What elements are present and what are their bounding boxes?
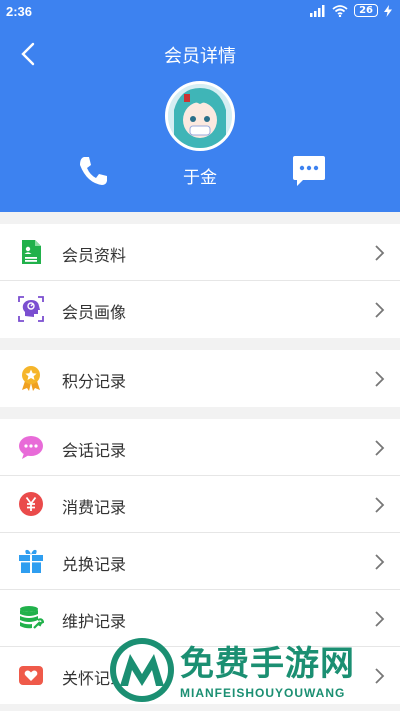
menu-item-label: 消费记录	[62, 498, 127, 517]
menu-item-member-profile[interactable]: 会员资料	[0, 224, 400, 281]
menu-item-chat-record[interactable]: 会话记录	[0, 419, 400, 476]
menu-group-points: 积分记录	[0, 350, 400, 407]
menu-item-member-portrait[interactable]: 会员画像	[0, 281, 400, 338]
status-icons: 26	[310, 4, 392, 17]
chevron-right-icon	[375, 497, 385, 513]
chat-bubble-icon	[19, 436, 43, 459]
signal-icon	[310, 4, 325, 17]
menu-item-label: 会员资料	[62, 246, 127, 265]
yen-icon	[19, 492, 43, 516]
menu-item-exchange-record[interactable]: 兑换记录	[0, 533, 400, 590]
message-button[interactable]	[291, 154, 327, 188]
menu-item-care-record[interactable]: 关怀记录	[0, 647, 400, 704]
menu-item-label: 积分记录	[62, 372, 127, 391]
wifi-icon	[332, 4, 348, 17]
chevron-right-icon	[375, 245, 385, 261]
menu-group-records: 会话记录 消费记录 兑换记录 维护记录 关怀记录	[0, 419, 400, 704]
menu-item-label: 兑换记录	[62, 555, 127, 574]
chevron-right-icon	[375, 668, 385, 684]
menu-item-consumption-record[interactable]: 消费记录	[0, 476, 400, 533]
menu-item-points-record[interactable]: 积分记录	[0, 350, 400, 407]
member-profile-icon	[22, 240, 41, 264]
chevron-right-icon	[375, 371, 385, 387]
points-medal-icon	[22, 366, 40, 391]
menu-item-label: 会话记录	[62, 441, 127, 460]
member-name: 于金	[183, 168, 217, 188]
menu-item-maintenance-record[interactable]: 维护记录	[0, 590, 400, 647]
member-portrait-icon	[18, 296, 44, 322]
avatar[interactable]	[165, 81, 235, 151]
message-bubble-icon	[293, 156, 325, 186]
menu-group-profile: 会员资料 会员画像	[0, 224, 400, 338]
status-time: 2:36	[6, 4, 33, 19]
heart-card-icon	[19, 666, 43, 685]
menu-item-label: 维护记录	[62, 612, 127, 631]
charging-icon	[384, 4, 392, 17]
page-title: 会员详情	[164, 46, 236, 67]
chevron-right-icon	[375, 554, 385, 570]
menu-item-label: 会员画像	[62, 303, 127, 322]
chevron-right-icon	[375, 440, 385, 456]
status-bar: 2:36 26	[0, 0, 400, 24]
database-wrench-icon	[20, 606, 44, 629]
chevron-right-icon	[375, 611, 385, 627]
avatar-image	[168, 84, 232, 148]
battery-indicator: 26	[354, 4, 378, 17]
chevron-right-icon	[375, 302, 385, 318]
member-header: 2:36 26 会员详情 于金	[0, 0, 400, 212]
gift-icon	[19, 549, 43, 573]
menu-item-label: 关怀记录	[62, 669, 127, 688]
